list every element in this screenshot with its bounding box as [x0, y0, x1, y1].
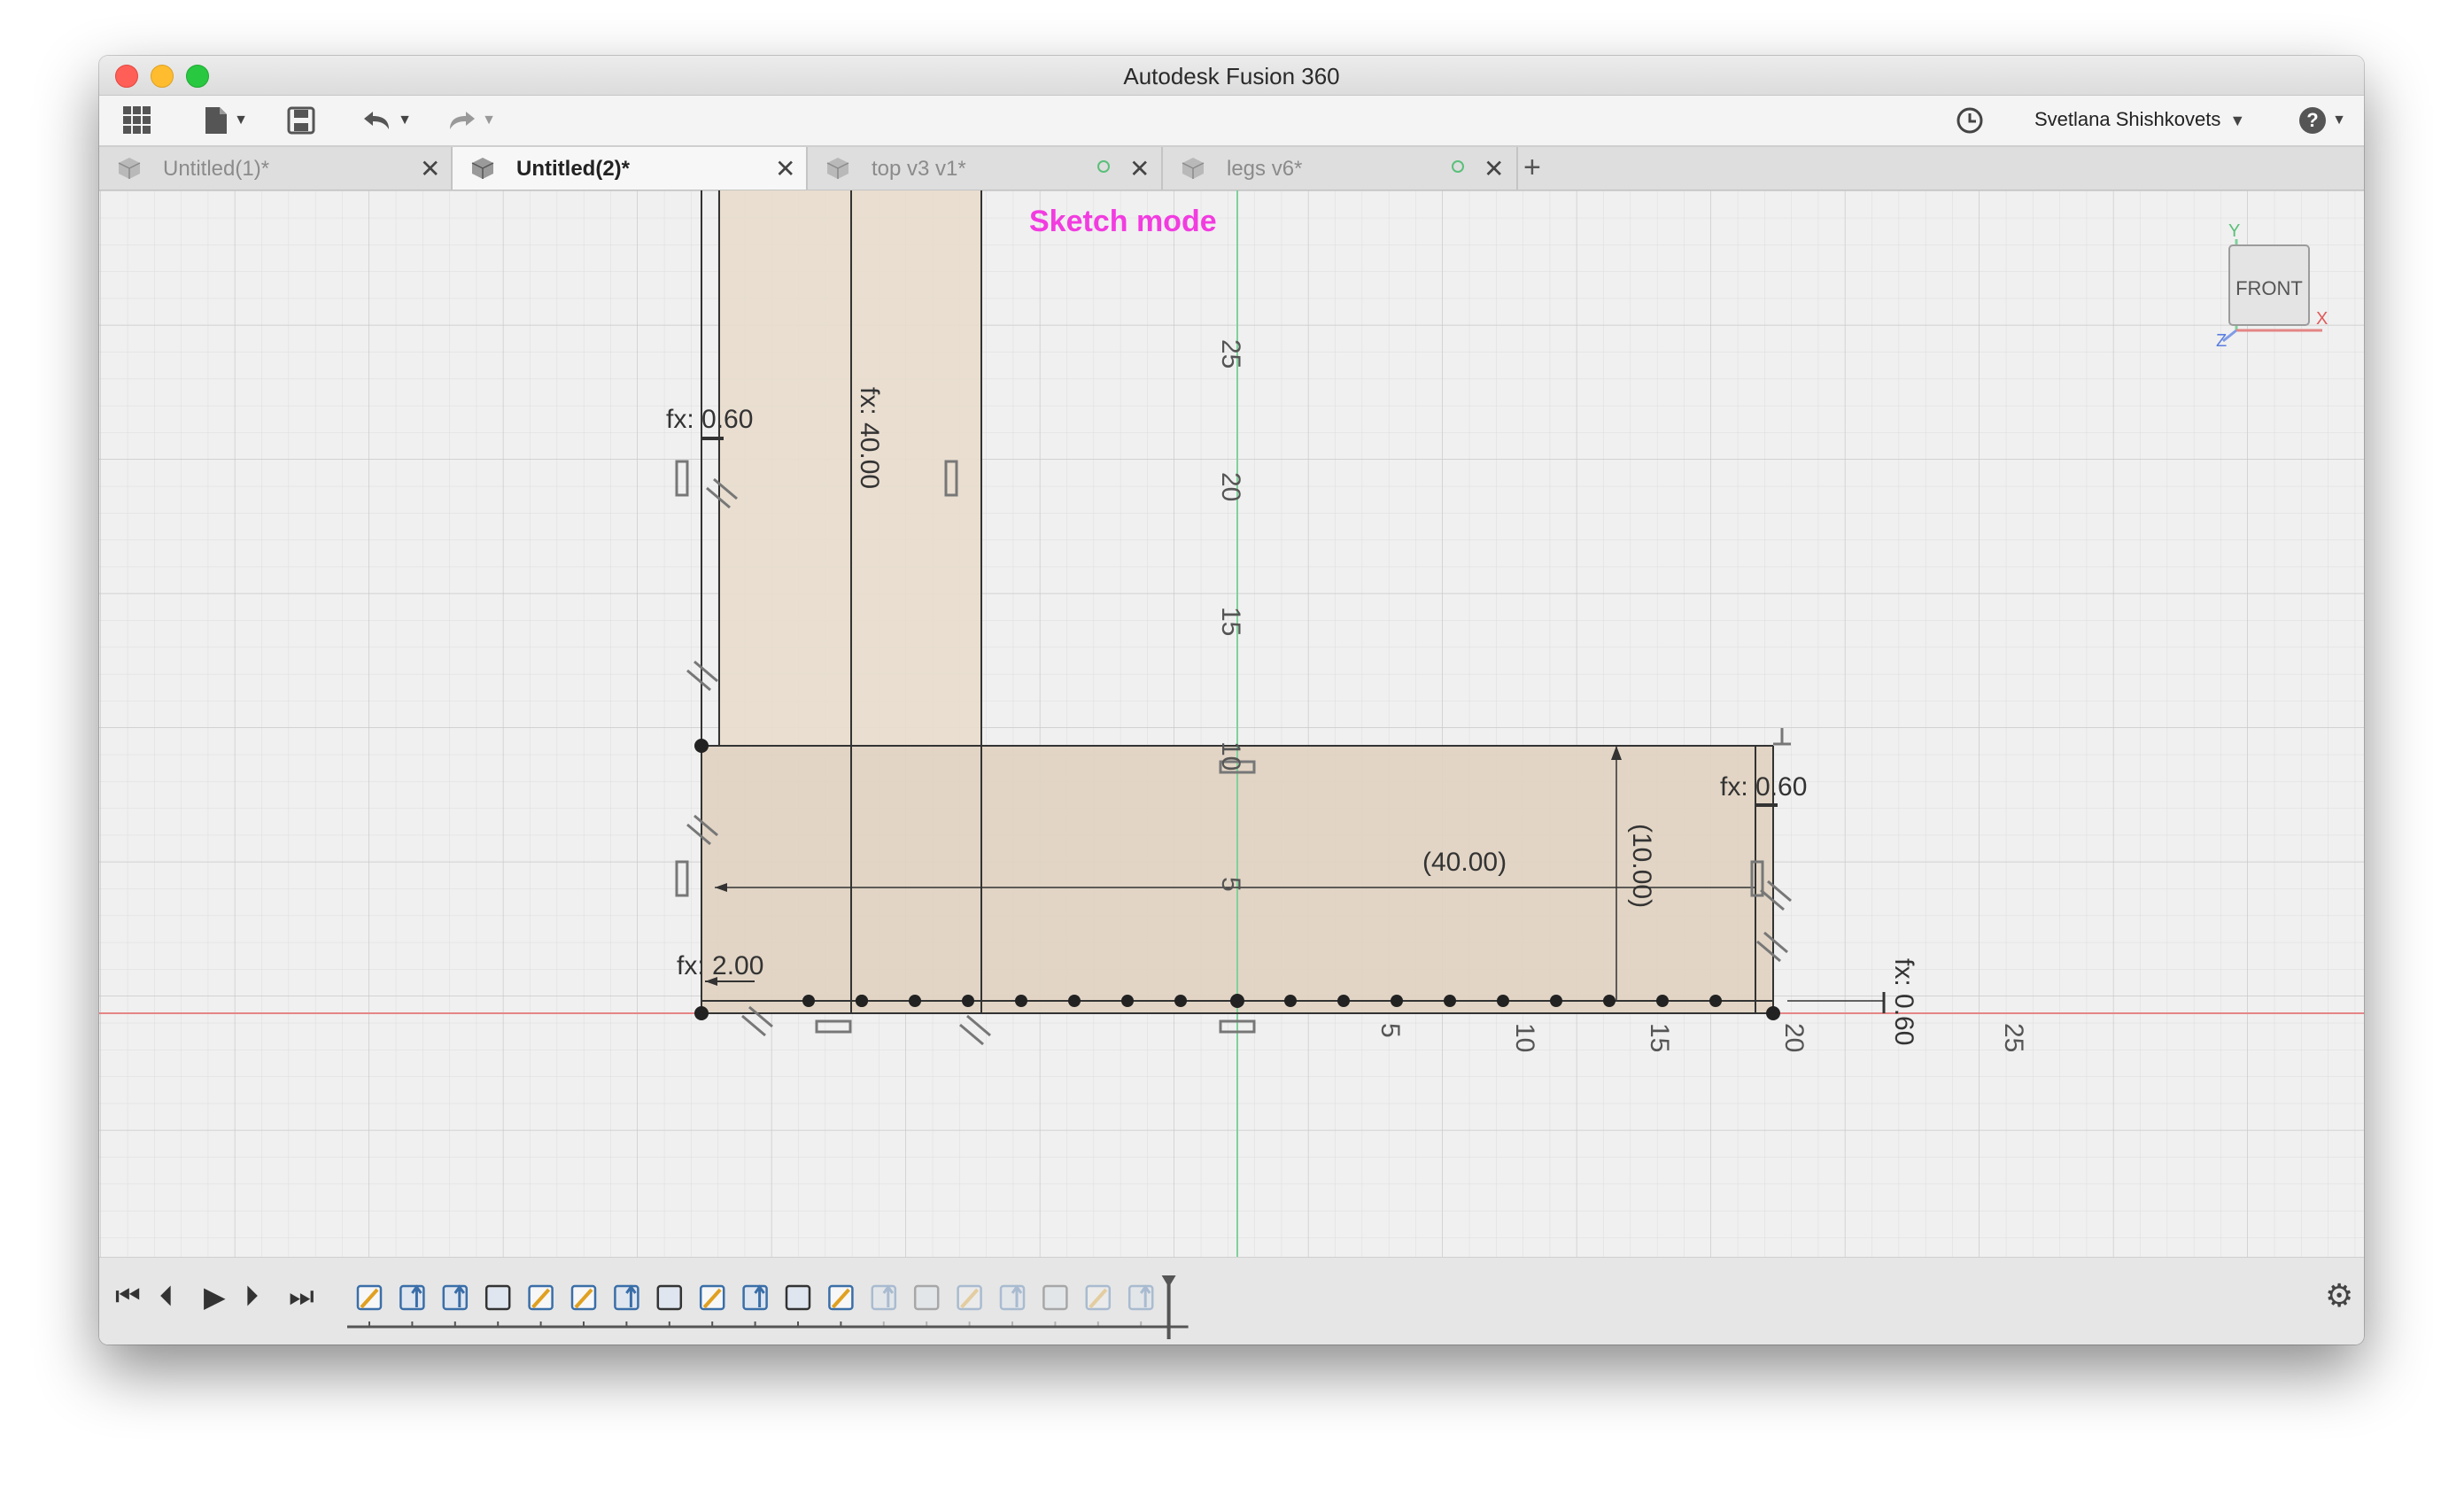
axis-label: 20	[1216, 472, 1245, 501]
close-tab-icon[interactable]: ✕	[1129, 154, 1150, 183]
timeline-feature-icon[interactable]	[785, 1284, 811, 1327]
axis-label: 20	[1779, 1023, 1809, 1052]
file-icon	[205, 107, 228, 134]
window-title: Autodesk Fusion 360	[1123, 63, 1340, 89]
timeline-feature-icon[interactable]	[742, 1284, 768, 1327]
timeline-feature-icon[interactable]	[656, 1284, 683, 1327]
status-dot-icon	[1097, 160, 1110, 173]
skip-end-icon[interactable]: ⏭	[289, 1280, 314, 1314]
tab-label: legs v6*	[1227, 157, 1303, 181]
timeline-bar: ⏮ ⏴ ▶ ⏵ ⏭ ⚙	[99, 1257, 2364, 1345]
axis-label: 10	[1216, 741, 1245, 771]
title-bar: Autodesk Fusion 360	[99, 56, 2364, 96]
timeline-feature-icon[interactable]	[528, 1284, 554, 1327]
viewcube-z-label: Z	[2216, 331, 2227, 351]
svg-text:?: ?	[2306, 109, 2318, 131]
dimension-top-left-width: fx: 0.60	[666, 405, 753, 434]
help-button[interactable]: ? ▼	[2291, 103, 2353, 138]
dimension-bottom-offset: fx: 2.00	[677, 951, 763, 980]
redo-button[interactable]: ▼	[440, 103, 502, 138]
user-menu[interactable]: Svetlana Shishkovets ▼	[2034, 108, 2245, 131]
tab-legs-v6[interactable]: legs v6* ✕	[1163, 147, 1518, 190]
help-icon: ?	[2299, 107, 2327, 134]
undo-icon	[364, 112, 390, 129]
viewcube-y-label: Y	[2228, 221, 2240, 241]
grid-icon[interactable]	[117, 103, 158, 138]
timeline-features[interactable]	[347, 1258, 1499, 1345]
tab-label: top v3 v1*	[872, 157, 966, 181]
tab-top-v3[interactable]: top v3 v1* ✕	[808, 147, 1163, 190]
chevron-down-icon: ▼	[2332, 112, 2346, 128]
main-toolbar: ▼ ▼ ▼ Svetlana Shishkovets ▼ ? ▼	[99, 96, 2364, 147]
skip-start-icon[interactable]: ⏮	[115, 1280, 141, 1314]
timeline-marker[interactable]	[1161, 1275, 1176, 1339]
dimension-far-right: fx: 0.60	[1889, 958, 1918, 1045]
play-icon[interactable]: ▶	[204, 1280, 226, 1314]
timeline-feature-icon[interactable]	[356, 1284, 383, 1327]
timeline-feature-icon[interactable]	[614, 1284, 639, 1327]
sketch-canvas[interactable]: 25 20 15 10 5 5 10 15 20 25 fx: 0.60 fx:…	[99, 190, 2364, 1257]
document-tab-bar: Untitled(1)* ✕ Untitled(2)* ✕ top v3 v1*…	[99, 147, 2364, 190]
clock-icon[interactable]	[1950, 103, 1989, 138]
cube-icon	[118, 158, 141, 179]
redo-icon	[450, 112, 476, 129]
app-window: Autodesk Fusion 360 ▼ ▼ ▼ Svetlana Shish…	[99, 56, 2364, 1345]
timeline-feature-icon[interactable]	[999, 1284, 1026, 1327]
tab-label: Untitled(2)*	[516, 157, 630, 181]
timeline-feature-icon[interactable]	[1085, 1284, 1112, 1327]
close-tab-icon[interactable]: ✕	[1484, 154, 1504, 183]
timeline-feature-icon[interactable]	[699, 1284, 725, 1327]
timeline-feature-icon[interactable]	[399, 1284, 425, 1327]
viewcube-x-label: X	[2316, 309, 2328, 329]
file-menu-button[interactable]: ▼	[195, 103, 257, 138]
viewcube-face-label: FRONT	[2235, 277, 2303, 299]
gear-icon[interactable]: ⚙	[2325, 1277, 2353, 1314]
axis-label: 25	[1216, 339, 1245, 368]
axis-label: 25	[1999, 1023, 2028, 1052]
chevron-down-icon: ▼	[2229, 112, 2246, 129]
timeline-feature-icon[interactable]	[1127, 1284, 1154, 1327]
timeline-feature-icon[interactable]	[1042, 1284, 1068, 1327]
cube-icon	[826, 158, 849, 179]
cube-icon	[471, 158, 494, 179]
timeline-feature-icon[interactable]	[484, 1284, 511, 1327]
chevron-down-icon: ▼	[234, 112, 248, 128]
save-icon[interactable]	[282, 103, 321, 138]
dimension-shelf-height: (10.00)	[1627, 824, 1656, 908]
close-tab-icon[interactable]: ✕	[420, 154, 440, 183]
step-forward-icon[interactable]: ⏵	[244, 1280, 259, 1314]
axis-label: 15	[1216, 607, 1245, 636]
timeline-feature-icon[interactable]	[871, 1284, 897, 1327]
sketch-mode-label: Sketch mode	[1029, 205, 1217, 238]
axis-label: 5	[1216, 877, 1245, 892]
tab-untitled-2[interactable]: Untitled(2)* ✕	[453, 147, 808, 190]
timeline-feature-icon[interactable]	[442, 1284, 469, 1327]
dimension-right-width: fx: 0.60	[1720, 772, 1807, 802]
dimension-shelf-length: (40.00)	[1422, 848, 1507, 877]
chevron-down-icon: ▼	[398, 112, 412, 128]
timeline-feature-icon[interactable]	[570, 1284, 597, 1327]
timeline-feature-icon[interactable]	[913, 1284, 940, 1327]
user-name: Svetlana Shishkovets	[2034, 108, 2221, 130]
close-tab-icon[interactable]: ✕	[775, 154, 795, 183]
sketch-viewport[interactable]: 25 20 15 10 5 5 10 15 20 25 fx: 0.60 fx:…	[99, 190, 2364, 1257]
axis-label: 15	[1645, 1023, 1674, 1052]
tab-label: Untitled(1)*	[163, 157, 270, 181]
timeline-feature-icon[interactable]	[828, 1284, 854, 1327]
undo-button[interactable]: ▼	[356, 103, 418, 138]
cube-icon	[1182, 158, 1205, 179]
dimension-leg-height: fx: 40.00	[855, 387, 884, 489]
axis-label: 5	[1375, 1023, 1405, 1038]
tab-untitled-1[interactable]: Untitled(1)* ✕	[99, 147, 453, 190]
step-back-icon[interactable]: ⏴	[159, 1280, 174, 1314]
axis-label: 10	[1510, 1023, 1539, 1052]
timeline-feature-icon[interactable]	[957, 1284, 982, 1327]
chevron-down-icon: ▼	[482, 112, 496, 128]
new-tab-button[interactable]: +	[1523, 151, 1541, 185]
status-dot-icon	[1452, 160, 1464, 173]
